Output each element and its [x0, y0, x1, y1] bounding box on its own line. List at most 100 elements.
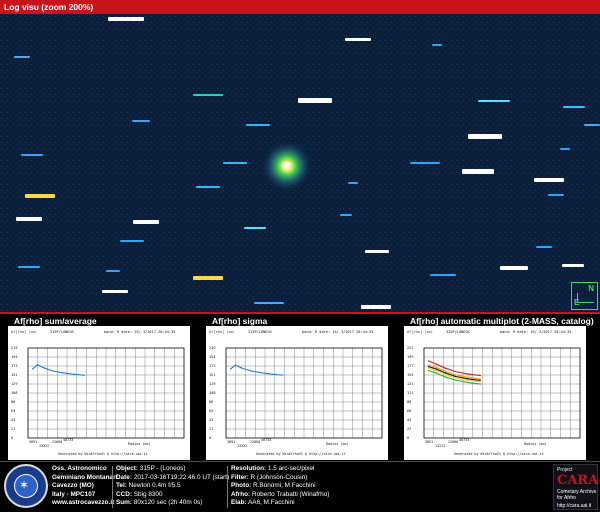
star-trail [340, 214, 352, 216]
data-point [435, 363, 438, 365]
y-tick-label: 133 [407, 382, 414, 386]
plot-ylabel: Af[rho] (cm) [209, 330, 235, 334]
y-tick-label: 155 [407, 373, 414, 377]
y-tick-label: 0 [11, 436, 13, 440]
info-afrho: Afrho: Roberto Trabatti (Winafrho) [231, 490, 330, 498]
data-point [83, 374, 85, 376]
star-trail [132, 120, 150, 122]
y-tick-label: 108 [209, 391, 216, 395]
star-trail [468, 134, 502, 139]
star-trail [584, 124, 600, 126]
star-trail [133, 220, 159, 224]
data-point [445, 376, 447, 378]
star-trail [548, 194, 564, 196]
y-tick-label: 151 [209, 373, 216, 377]
y-tick-label: 215 [11, 346, 18, 350]
compass-east-label: E [574, 298, 580, 307]
observatory-location: Cavezzo (MO) [52, 482, 94, 489]
plot-header-id: 315P/LONEOS [248, 330, 272, 334]
info-sum: Sum: 80x120 sec (2h 40m 0s) [116, 499, 203, 506]
data-point [466, 376, 469, 378]
data-point [454, 375, 456, 378]
y-tick-label: 151 [11, 373, 18, 377]
y-tick-label: 173 [11, 364, 18, 368]
star-trail [246, 124, 270, 126]
y-tick-label: 108 [11, 391, 18, 395]
data-point [36, 364, 39, 366]
plot-header-id: 315P/LONEOS [50, 330, 74, 334]
compass-north-label: N [588, 284, 594, 293]
cara-url[interactable]: http://cara.uai.it [557, 503, 591, 509]
data-point [427, 367, 430, 369]
x-tick-label: 13222 [435, 444, 445, 448]
plot-header-info: band: R date: 16/ 3/2017 20:44:35 [500, 330, 571, 334]
compass: N E [571, 282, 598, 310]
data-point [272, 373, 274, 375]
data-point [435, 368, 438, 370]
processing-info: Resolution: 1.5 arc-sec/pixel Filter: R … [231, 465, 329, 508]
x-tick-label: 40733 [459, 438, 469, 442]
observatory-website[interactable]: www.astrocavezzo.it [52, 499, 117, 508]
cara-name: CARA [557, 473, 599, 488]
data-point [74, 373, 76, 376]
x-tick-label: 3891 [227, 440, 235, 444]
data-point [454, 379, 456, 381]
data-point [250, 370, 252, 372]
data-point [454, 370, 456, 373]
star-trail [16, 217, 42, 221]
y-tick-label: 129 [209, 382, 216, 386]
star-trail [223, 162, 247, 164]
star-trail [193, 94, 223, 96]
star-icon: ✶ [19, 478, 30, 492]
plot-xlabel: Radius (km) [128, 442, 150, 446]
plot-panel-multiplot: Af[rho] (cm) 315P/LONEOS band: R date: 16/… [404, 326, 586, 460]
plot-ylabel: Af[rho] (cm) [407, 330, 433, 334]
plot-header-info: band: R date: 16/ 3/2017 20:44:35 [302, 330, 373, 334]
data-point [445, 372, 447, 374]
y-tick-label: 21 [209, 427, 213, 431]
info-object: Object: 315P - (Loneos) [116, 465, 186, 472]
plot-xlabel: Radius (km) [524, 442, 546, 446]
data-point [479, 378, 481, 380]
observatory-logo: ✶ [4, 464, 48, 508]
x-tick-label: 22660 [250, 440, 260, 444]
data-point [435, 372, 438, 374]
sky-svg [0, 14, 600, 312]
x-tick-label: 3891 [425, 440, 433, 444]
y-tick-label: 66 [407, 409, 411, 413]
star-trail [348, 182, 358, 184]
star-trail [478, 100, 510, 102]
data-point [466, 378, 469, 380]
y-tick-label: 86 [11, 400, 15, 404]
plot-title-sigma: Af[rho] sigma [212, 316, 268, 326]
plot-xlabel: Radius (km) [326, 442, 348, 446]
y-tick-label: 216 [209, 346, 216, 350]
star-trail [430, 274, 456, 276]
chart-sigma: Af[rho] (cm) 315P/LONEOS band: R date: 16/… [206, 326, 388, 460]
star-trail [432, 44, 442, 46]
x-tick-label: 22660 [448, 440, 458, 444]
observatory-name-1: Oss. Astronomico [52, 465, 107, 472]
y-tick-label: 88 [407, 400, 411, 404]
y-tick-label: 194 [11, 355, 18, 359]
data-point [42, 366, 45, 369]
cara-logo: Project CARA Cometary Archive for Afrho … [553, 464, 598, 510]
compass-east-arm [577, 302, 594, 303]
plot-panel-sum: Af[rho] (cm) 315P/LONEOS band: R date: 16/… [8, 326, 190, 460]
star-trail [244, 227, 266, 229]
window: Log visu (zoom 200%) N E Af[rho] sum/ave… [0, 0, 600, 512]
y-tick-label: 177 [407, 364, 414, 368]
data-point [454, 374, 456, 376]
star-trail [25, 194, 55, 198]
y-tick-label: 21 [11, 427, 15, 431]
data-point [454, 377, 456, 379]
sky-image [0, 14, 600, 312]
x-tick-label: 3891 [29, 440, 37, 444]
x-tick-label: 13222 [39, 444, 49, 448]
data-point [281, 374, 283, 376]
data-point [259, 371, 262, 374]
star-trail [361, 305, 391, 309]
y-tick-label: 222 [407, 346, 414, 350]
data-point [427, 370, 430, 372]
y-tick-label: 111 [407, 391, 414, 395]
